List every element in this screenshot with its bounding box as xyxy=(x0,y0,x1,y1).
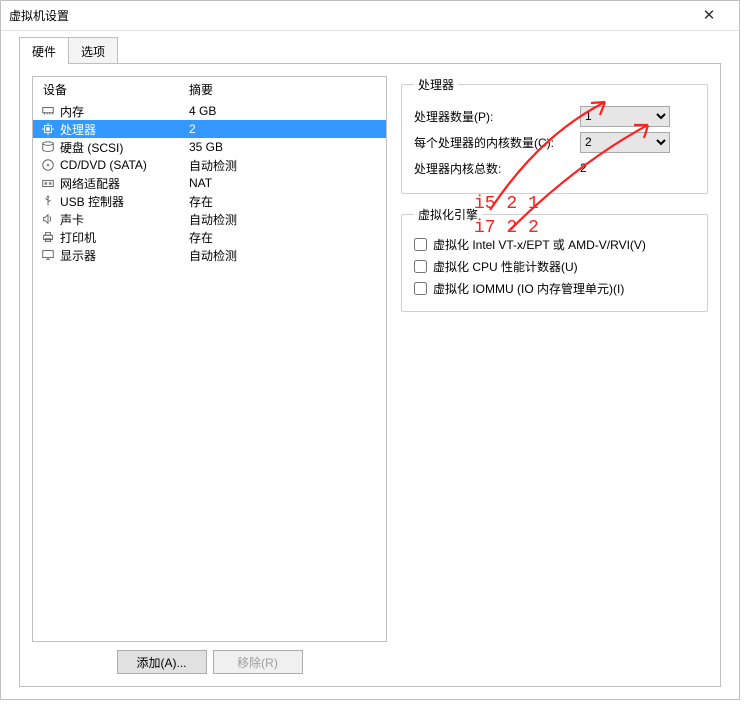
cpu-perf-checkbox[interactable] xyxy=(414,260,427,273)
sound-icon xyxy=(39,212,57,226)
iommu-row: 虚拟化 IOMMU (IO 内存管理单元)(I) xyxy=(414,277,695,299)
virt-engine-group-title: 虚拟化引擎 xyxy=(414,206,482,223)
right-column: 处理器 处理器数量(P): 1 每个处理器的内核数量(C): 2 处理器内核总数… xyxy=(401,76,708,674)
network-icon xyxy=(39,176,57,190)
vt-label: 虚拟化 Intel VT-x/EPT 或 AMD-V/RVI(V) xyxy=(433,236,646,253)
device-name: 硬盘 (SCSI) xyxy=(60,139,123,156)
total-cores-value: 2 xyxy=(580,161,587,175)
tab-hardware[interactable]: 硬件 xyxy=(19,37,69,64)
device-name: 网络适配器 xyxy=(60,175,120,192)
device-summary: 4 GB xyxy=(189,104,380,118)
disk-icon xyxy=(39,140,57,154)
device-row-network[interactable]: 网络适配器 NAT xyxy=(33,174,386,192)
device-name: 声卡 xyxy=(60,211,84,228)
processor-count-select[interactable]: 1 xyxy=(580,106,670,127)
device-summary: 自动检测 xyxy=(189,247,380,264)
window-title: 虚拟机设置 xyxy=(9,7,687,24)
device-row-cd[interactable]: CD/DVD (SATA) 自动检测 xyxy=(33,156,386,174)
device-name: 处理器 xyxy=(60,121,96,138)
iommu-checkbox[interactable] xyxy=(414,282,427,295)
titlebar: 虚拟机设置 ✕ xyxy=(1,1,739,31)
vm-settings-window: 虚拟机设置 ✕ 硬件 选项 设备 摘要 内存 4 GB 处理器 2 硬盘 (SC… xyxy=(0,0,740,700)
total-cores-label: 处理器内核总数: xyxy=(414,160,574,177)
cores-per-processor-label: 每个处理器的内核数量(C): xyxy=(414,134,574,151)
close-button[interactable]: ✕ xyxy=(687,1,731,31)
display-icon xyxy=(39,248,57,262)
remove-button[interactable]: 移除(R) xyxy=(213,650,303,674)
device-row-cpu[interactable]: 处理器 2 xyxy=(33,120,386,138)
usb-icon xyxy=(39,194,57,208)
left-column: 设备 摘要 内存 4 GB 处理器 2 硬盘 (SCSI) 35 GB CD/D… xyxy=(32,76,387,674)
device-summary: 2 xyxy=(189,122,380,136)
device-row-memory[interactable]: 内存 4 GB xyxy=(33,102,386,120)
cores-per-processor-row: 每个处理器的内核数量(C): 2 xyxy=(414,129,695,155)
cpu-perf-label: 虚拟化 CPU 性能计数器(U) xyxy=(433,258,578,275)
device-name: 打印机 xyxy=(60,229,96,246)
header-summary: 摘要 xyxy=(189,81,380,98)
iommu-label: 虚拟化 IOMMU (IO 内存管理单元)(I) xyxy=(433,280,624,297)
processor-group-title: 处理器 xyxy=(414,76,458,93)
cpu-perf-row: 虚拟化 CPU 性能计数器(U) xyxy=(414,255,695,277)
header-device: 设备 xyxy=(39,81,189,98)
device-row-usb[interactable]: USB 控制器 存在 xyxy=(33,192,386,210)
virt-engine-group: 虚拟化引擎 虚拟化 Intel VT-x/EPT 或 AMD-V/RVI(V) … xyxy=(401,206,708,312)
device-summary: 自动检测 xyxy=(189,211,380,228)
device-row-printer[interactable]: 打印机 存在 xyxy=(33,228,386,246)
device-summary: NAT xyxy=(189,176,380,190)
dialog-body: 设备 摘要 内存 4 GB 处理器 2 硬盘 (SCSI) 35 GB CD/D… xyxy=(19,63,721,687)
cores-per-processor-select[interactable]: 2 xyxy=(580,132,670,153)
device-list: 设备 摘要 内存 4 GB 处理器 2 硬盘 (SCSI) 35 GB CD/D… xyxy=(32,76,387,642)
left-buttons: 添加(A)... 移除(R) xyxy=(32,650,387,674)
vt-row: 虚拟化 Intel VT-x/EPT 或 AMD-V/RVI(V) xyxy=(414,233,695,255)
processor-count-row: 处理器数量(P): 1 xyxy=(414,103,695,129)
memory-icon xyxy=(39,104,57,118)
cd-icon xyxy=(39,158,57,172)
processor-group: 处理器 处理器数量(P): 1 每个处理器的内核数量(C): 2 处理器内核总数… xyxy=(401,76,708,194)
cpu-icon xyxy=(39,122,57,136)
vt-checkbox[interactable] xyxy=(414,238,427,251)
device-name: 内存 xyxy=(60,103,84,120)
add-button[interactable]: 添加(A)... xyxy=(117,650,207,674)
device-name: USB 控制器 xyxy=(60,193,124,210)
processor-count-label: 处理器数量(P): xyxy=(414,108,574,125)
device-row-disk[interactable]: 硬盘 (SCSI) 35 GB xyxy=(33,138,386,156)
device-summary: 存在 xyxy=(189,229,380,246)
device-summary: 自动检测 xyxy=(189,157,380,174)
total-cores-row: 处理器内核总数: 2 xyxy=(414,155,695,181)
device-row-display[interactable]: 显示器 自动检测 xyxy=(33,246,386,264)
tabs: 硬件 选项 xyxy=(19,37,739,63)
device-summary: 35 GB xyxy=(189,140,380,154)
device-list-header: 设备 摘要 xyxy=(33,77,386,102)
device-summary: 存在 xyxy=(189,193,380,210)
device-row-sound[interactable]: 声卡 自动检测 xyxy=(33,210,386,228)
device-name: 显示器 xyxy=(60,247,96,264)
tab-options[interactable]: 选项 xyxy=(68,37,118,64)
device-name: CD/DVD (SATA) xyxy=(60,158,147,172)
printer-icon xyxy=(39,230,57,244)
